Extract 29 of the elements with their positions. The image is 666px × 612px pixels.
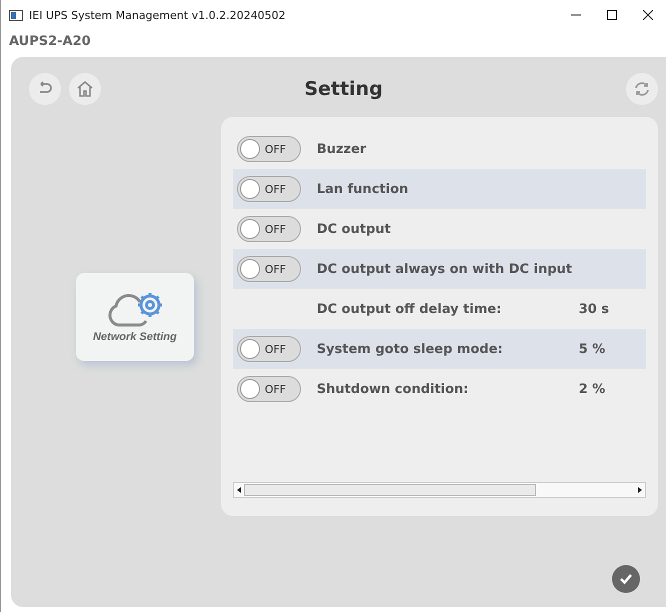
maximize-icon <box>607 10 617 20</box>
home-icon <box>75 79 95 99</box>
page-title: Setting <box>303 78 384 100</box>
setting-value: 5 % <box>578 342 606 356</box>
toggle-switch[interactable]: OFF <box>236 216 301 242</box>
close-icon <box>643 10 653 20</box>
toggle-switch[interactable]: OFF <box>236 376 301 402</box>
setting-label: DC output <box>316 222 392 236</box>
setting-label: Lan function <box>316 182 410 196</box>
check-icon <box>619 573 633 585</box>
setting-label: System goto sleep mode: <box>316 342 504 356</box>
network-setting-tile[interactable]: Network Setting <box>76 272 194 360</box>
device-name: AUPS2-A20 <box>8 33 92 51</box>
confirm-button[interactable] <box>612 565 640 593</box>
toggle-switch[interactable]: OFF <box>236 336 301 362</box>
window-title: IEI UPS System Management v1.0.2.20240502 <box>29 8 287 22</box>
horizontal-scrollbar[interactable] <box>232 482 646 498</box>
back-button[interactable] <box>29 73 61 105</box>
toggle-switch[interactable]: OFF <box>236 136 301 162</box>
setting-label: Buzzer <box>316 142 368 156</box>
setting-value: 2 % <box>578 382 606 396</box>
setting-label: DC output always on with DC input <box>316 262 574 276</box>
setting-value: 30 s <box>578 302 610 316</box>
toggle-switch[interactable]: OFF <box>236 256 301 282</box>
app-icon <box>9 10 23 20</box>
setting-label: Shutdown condition: <box>316 382 470 396</box>
toggle-switch[interactable]: OFF <box>236 176 301 202</box>
home-button[interactable] <box>69 73 101 105</box>
setting-label: DC output off delay time: <box>316 302 502 316</box>
